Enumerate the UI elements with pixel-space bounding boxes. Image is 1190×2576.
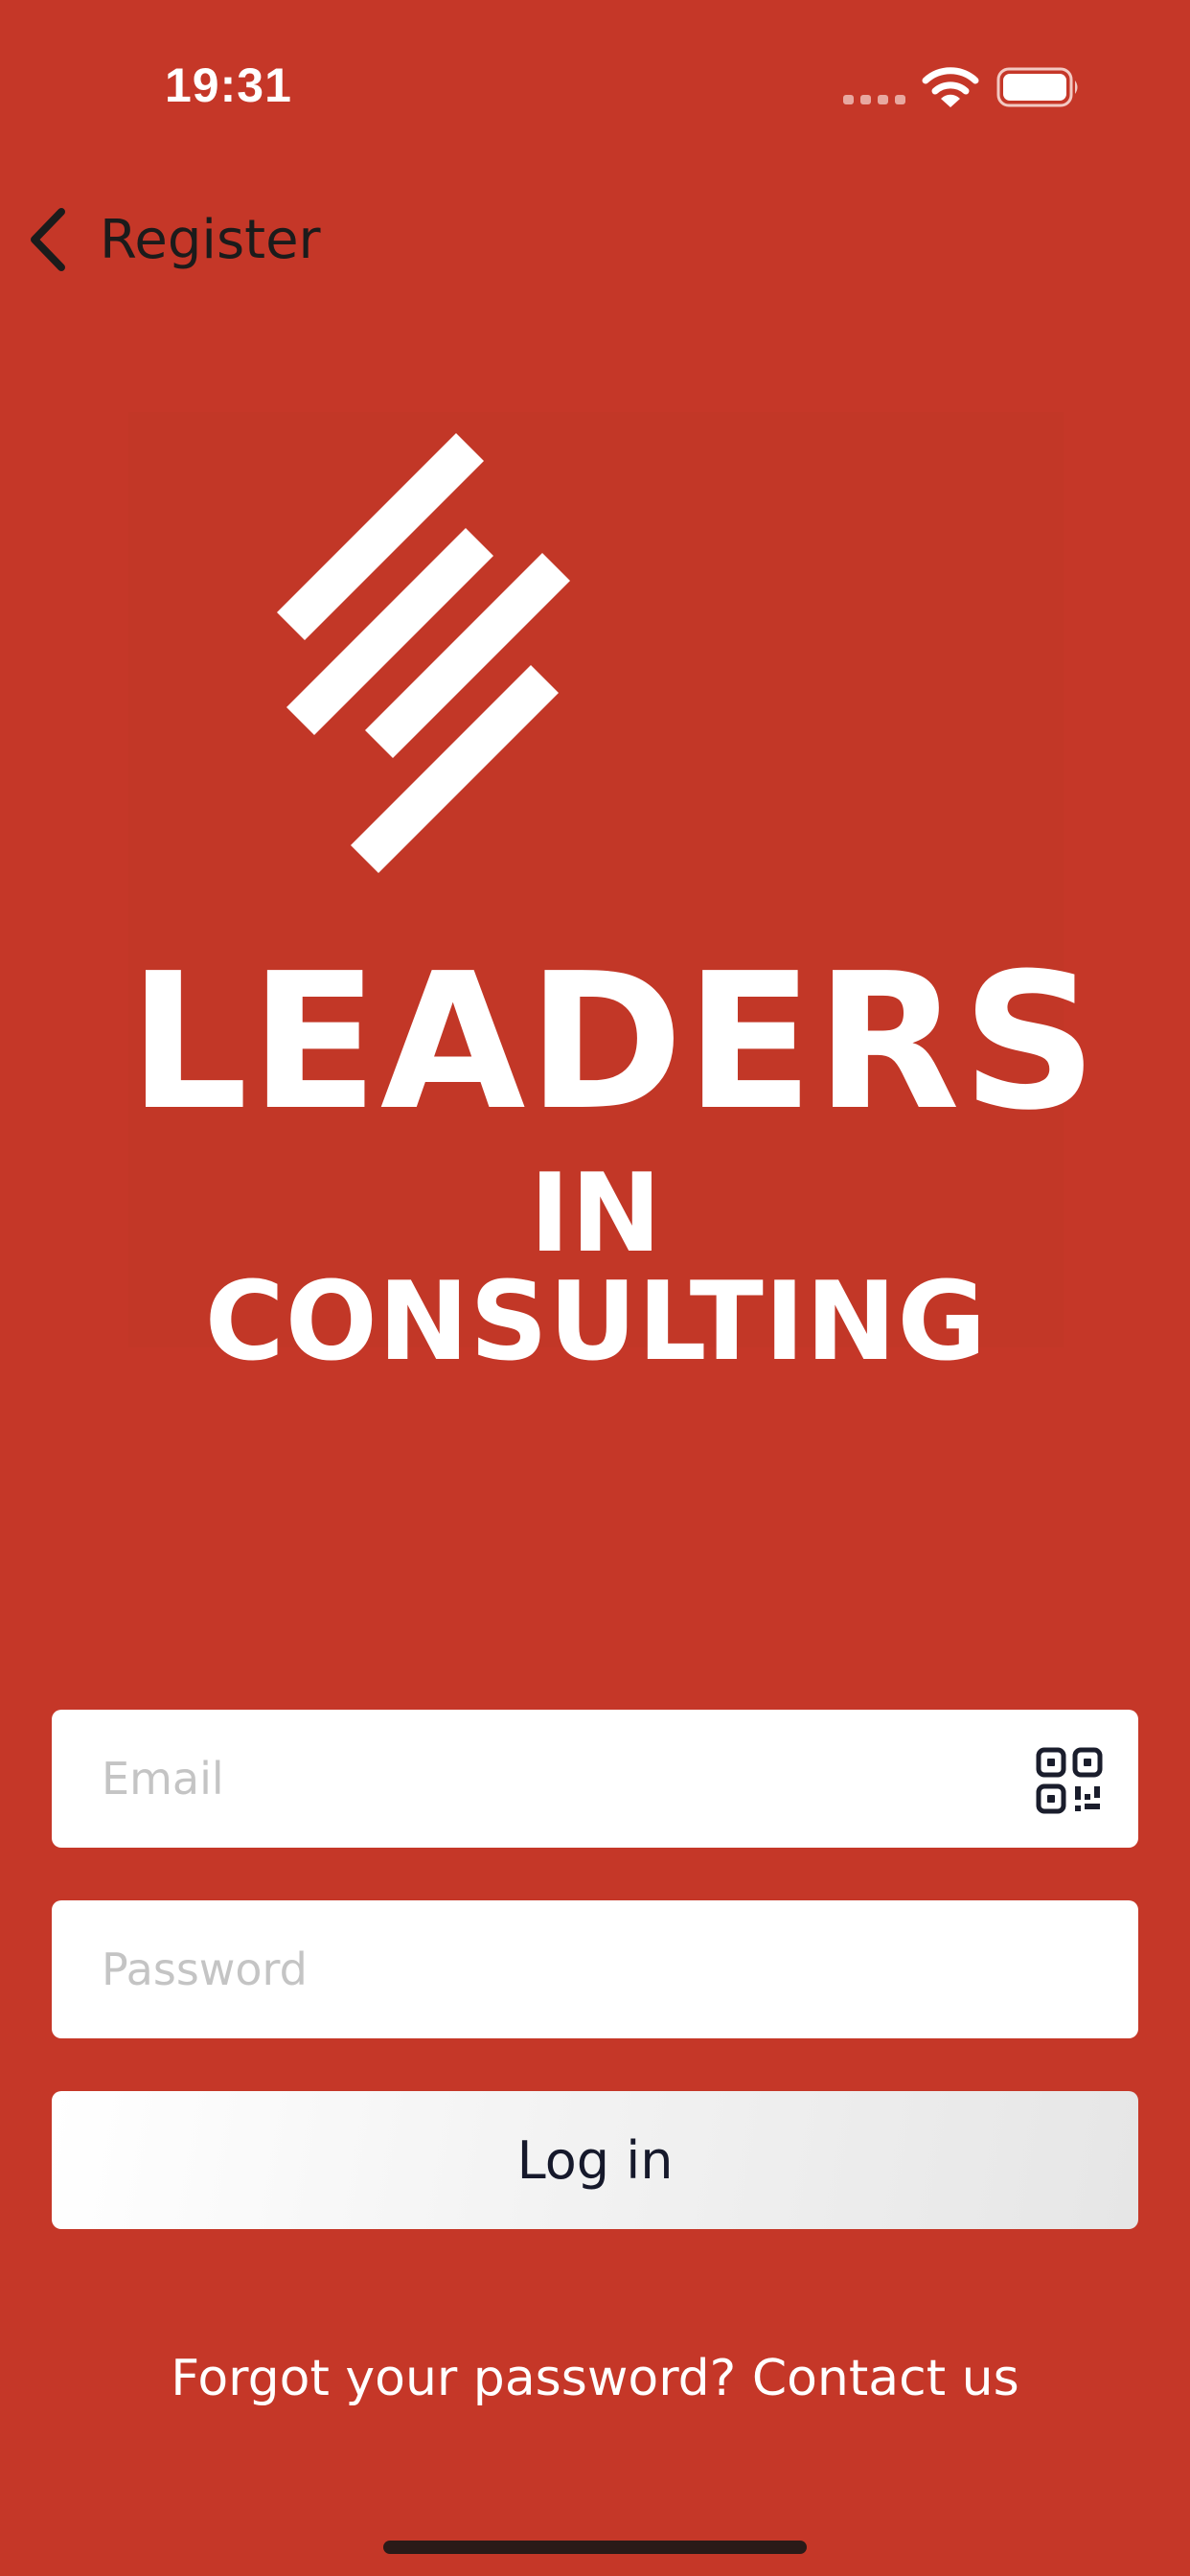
back-button[interactable]: Register	[25, 201, 321, 278]
qr-code-icon[interactable]	[1035, 1746, 1104, 1815]
logo-text-in-consulting: IN CONSULTING	[204, 1150, 988, 1385]
back-label: Register	[100, 208, 321, 271]
password-input[interactable]	[52, 1900, 1138, 2038]
status-time: 19:31	[165, 58, 292, 112]
forgot-password-link[interactable]: Forgot your password? Contact us	[0, 2350, 1190, 2407]
email-field[interactable]	[52, 1710, 1138, 1848]
email-input[interactable]	[52, 1710, 1138, 1848]
cellular-dots-icon	[843, 95, 905, 104]
chevron-left-icon	[31, 208, 65, 271]
battery-icon	[996, 67, 1078, 107]
status-bar: 19:31	[0, 0, 1190, 172]
login-button[interactable]: Log in	[52, 2091, 1138, 2229]
logo-text-leaders: LEADERS	[128, 933, 1100, 1152]
company-logo: LEADERS IN CONSULTING	[128, 412, 1100, 1376]
wifi-icon	[922, 67, 979, 107]
home-indicator	[383, 2541, 807, 2554]
password-field[interactable]	[52, 1900, 1138, 2038]
